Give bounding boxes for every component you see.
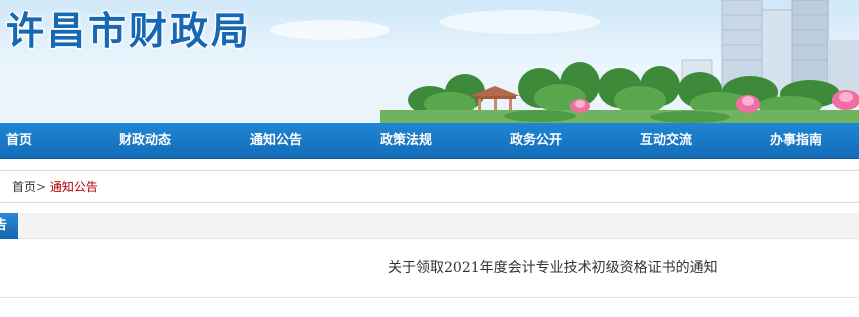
breadcrumb: 首页> 通知公告: [0, 170, 859, 203]
nav-item-gov-affairs[interactable]: 政务公开: [510, 123, 562, 159]
nav-item-policies[interactable]: 政策法规: [380, 123, 432, 159]
nav-item-finance-news[interactable]: 财政动态: [119, 123, 171, 159]
site-title: 许昌市财政局: [6, 9, 253, 53]
breadcrumb-home-link[interactable]: 首页: [12, 180, 36, 194]
divider: [0, 297, 859, 298]
breadcrumb-trail: 首页> 通知公告: [12, 180, 98, 194]
section-header: 告: [0, 213, 859, 239]
site-banner: 许昌市财政局: [0, 0, 859, 123]
main-nav: 首页 财政动态 通知公告 政策法规 政务公开 互动交流 办事指南: [0, 123, 859, 159]
nav-item-home[interactable]: 首页: [6, 123, 32, 159]
nav-item-notices[interactable]: 通知公告: [250, 123, 302, 159]
nav-item-interaction[interactable]: 互动交流: [640, 123, 692, 159]
section-tab-label: 告: [0, 213, 18, 239]
nav-item-service-guide[interactable]: 办事指南: [770, 123, 822, 159]
article-title: 关于领取2021年度会计专业技术初级资格证书的通知: [388, 260, 718, 276]
breadcrumb-separator: >: [36, 180, 47, 194]
breadcrumb-current-link[interactable]: 通知公告: [50, 180, 98, 194]
